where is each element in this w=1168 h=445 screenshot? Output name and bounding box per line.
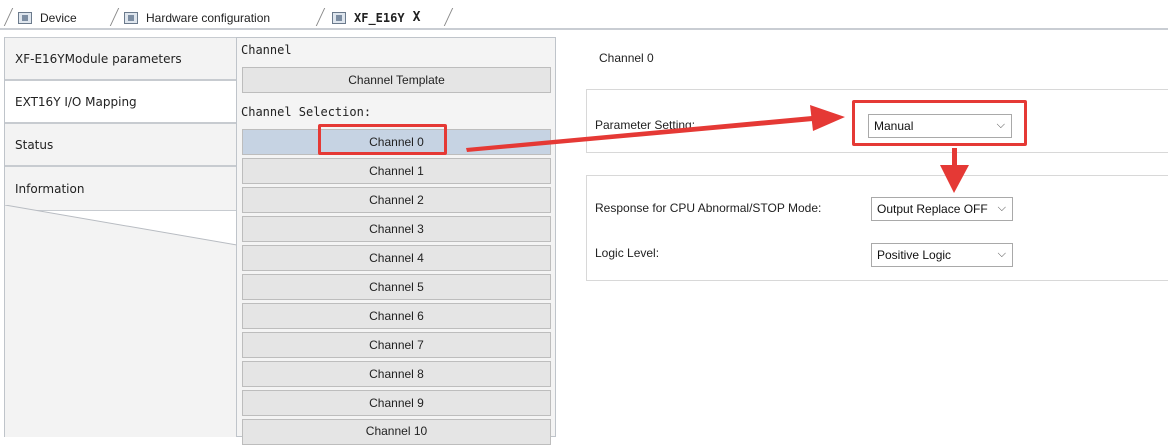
- annotation-arrow: [466, 105, 969, 193]
